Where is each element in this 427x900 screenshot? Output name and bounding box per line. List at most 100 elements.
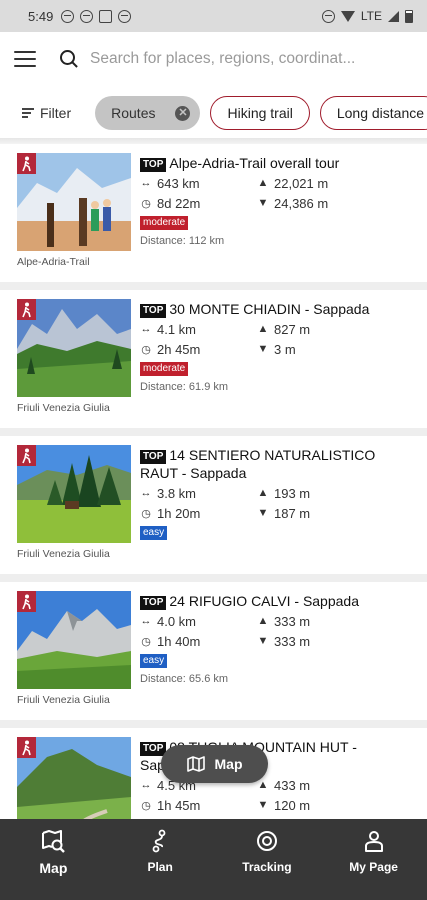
route-info: TOP Alpe-Adria-Trail overall tour ↔ 643 km…	[140, 154, 380, 247]
descent-value: 3 m	[274, 341, 296, 357]
distance-icon: ↔	[140, 779, 152, 791]
ascent-value: 22,021 m	[274, 175, 329, 191]
route-title: TOP 24 RIFUGIO CALVI - Sappada	[140, 592, 380, 610]
nav-label: My Page	[349, 860, 398, 874]
descent-icon: ▼	[257, 799, 269, 811]
ascent-value: 333 m	[274, 613, 311, 629]
descent-value: 24,386 m	[274, 195, 329, 211]
distance-value: 4.1 km	[157, 321, 197, 337]
chip-routes[interactable]: Routes ✕	[95, 96, 201, 130]
bottom-navigation: Map Plan Tracking My Page	[0, 819, 427, 900]
nav-my-page[interactable]: My Page	[320, 819, 427, 900]
nav-plan[interactable]: Plan	[107, 819, 214, 900]
ascent-icon: ▲	[257, 323, 269, 335]
route-plan-icon	[149, 828, 171, 854]
hiking-icon	[17, 299, 36, 320]
route-card[interactable]: Friuli Venezia Giulia TOP 14 SENTIERO NAT…	[0, 436, 427, 574]
stat-ascent: ▲ 433 m	[257, 776, 377, 794]
route-title-text: 24 RIFUGIO CALVI - Sappada	[169, 593, 359, 609]
descent-value: 120 m	[274, 797, 311, 813]
filter-chip-row: Filter Routes ✕ Hiking trail Long distan…	[0, 92, 427, 134]
ascent-icon: ▲	[257, 779, 269, 791]
descent-value: 187 m	[274, 505, 311, 521]
close-icon[interactable]: ✕	[175, 105, 191, 121]
route-card[interactable]: Friuli Venezia Giulia TOP 30 MONTE CHIADI…	[0, 290, 427, 428]
route-thumbnail	[17, 737, 131, 819]
dnd-icon	[321, 9, 335, 23]
duration-value: 1h 20m	[157, 505, 201, 521]
route-list[interactable]: Alpe-Adria-Trail TOP Alpe-Adria-Trail ove…	[0, 144, 427, 819]
chip-label: Routes	[111, 105, 156, 121]
search-input[interactable]	[90, 50, 390, 68]
route-info: TOP 24 RIFUGIO CALVI - Sappada ↔ 4.0 km ▲ 3…	[140, 592, 380, 685]
menu-icon[interactable]	[14, 51, 36, 67]
notification-icon	[80, 9, 94, 23]
descent-icon: ▼	[257, 507, 269, 519]
status-notification-icons	[61, 9, 132, 23]
descent-value: 333 m	[274, 633, 311, 649]
stat-duration: ◷ 1h 40m	[140, 632, 257, 650]
wifi-icon	[340, 10, 355, 22]
route-thumbnail	[17, 299, 131, 397]
route-card[interactable]: Friuli Venezia Giulia TOP 24 RIFUGIO CALV…	[0, 582, 427, 720]
chip-hiking-trail[interactable]: Hiking trail	[210, 96, 310, 130]
search-bar	[0, 32, 427, 86]
stat-distance: ↔ 643 km	[140, 174, 257, 192]
stat-ascent: ▲ 827 m	[257, 320, 377, 338]
clock-icon: ◷	[141, 343, 151, 356]
tracking-icon	[255, 828, 279, 854]
route-title: TOP Alpe-Adria-Trail overall tour	[140, 154, 380, 172]
route-region: Friuli Venezia Giulia	[17, 402, 110, 414]
do-not-disturb-icon	[61, 9, 75, 23]
descent-icon: ▼	[257, 343, 269, 355]
route-title: TOP 30 MONTE CHIADIN - Sappada	[140, 300, 380, 318]
duration-value: 8d 22m	[157, 195, 201, 211]
stat-duration: ◷ 1h 45m	[140, 796, 257, 814]
ascent-icon: ▲	[257, 177, 269, 189]
chip-long-distance[interactable]: Long distance	[319, 96, 427, 130]
route-stats: ↔ 4.0 km ▲ 333 m ◷ 1h 40m ▼ 333 m	[140, 612, 380, 650]
stat-descent: ▼ 24,386 m	[257, 194, 377, 212]
signal-icon	[388, 10, 399, 22]
duration-value: 1h 40m	[157, 633, 201, 649]
filter-label: Filter	[40, 105, 72, 121]
route-region: Alpe-Adria-Trail	[17, 256, 90, 268]
distance-value: 4.0 km	[157, 613, 197, 629]
distance-value: 643 km	[157, 175, 200, 191]
app-notification-icon	[99, 9, 113, 23]
nav-map[interactable]: Map	[0, 819, 107, 900]
route-card[interactable]: Alpe-Adria-Trail TOP Alpe-Adria-Trail ove…	[0, 144, 427, 282]
stat-ascent: ▲ 22,021 m	[257, 174, 377, 192]
chip-label: Long distance	[336, 105, 425, 121]
stat-duration: ◷ 8d 22m	[140, 194, 257, 212]
filter-icon	[22, 108, 34, 118]
distance-from: Distance: 65.6 km	[140, 673, 229, 685]
distance-value: 3.8 km	[157, 485, 197, 501]
route-thumbnail	[17, 591, 131, 689]
hiking-icon	[17, 153, 36, 174]
nav-tracking[interactable]: Tracking	[214, 819, 321, 900]
route-title: TOP 14 SENTIERO NATURALISTICO RAUT - Sapp…	[140, 446, 380, 482]
route-title-text: Alpe-Adria-Trail overall tour	[169, 155, 340, 171]
nav-label: Tracking	[242, 860, 292, 874]
nav-label: Plan	[147, 860, 173, 874]
filter-button[interactable]: Filter	[22, 105, 71, 121]
route-region: Friuli Venezia Giulia	[17, 548, 110, 560]
search-icon[interactable]	[60, 50, 78, 68]
distance-from: Distance: 112 km	[140, 235, 225, 247]
stat-descent: ▼ 187 m	[257, 504, 377, 522]
clock-icon: ◷	[141, 197, 151, 210]
descent-icon: ▼	[257, 635, 269, 647]
route-title-text: 30 MONTE CHIADIN - Sappada	[169, 301, 370, 317]
ascent-icon: ▲	[257, 487, 269, 499]
distance-from: Distance: 61.9 km	[140, 381, 229, 393]
distance-icon: ↔	[140, 323, 152, 335]
distance-icon: ↔	[140, 615, 152, 627]
duration-value: 2h 45m	[157, 341, 201, 357]
route-thumbnail	[17, 153, 131, 251]
route-stats: ↔ 3.8 km ▲ 193 m ◷ 1h 20m ▼ 187 m	[140, 484, 380, 522]
stat-distance: ↔ 4.1 km	[140, 320, 257, 338]
hiking-icon	[17, 591, 36, 612]
route-stats: ↔ 4.1 km ▲ 827 m ◷ 2h 45m ▼ 3 m	[140, 320, 380, 358]
map-view-button[interactable]: Map	[161, 745, 268, 783]
